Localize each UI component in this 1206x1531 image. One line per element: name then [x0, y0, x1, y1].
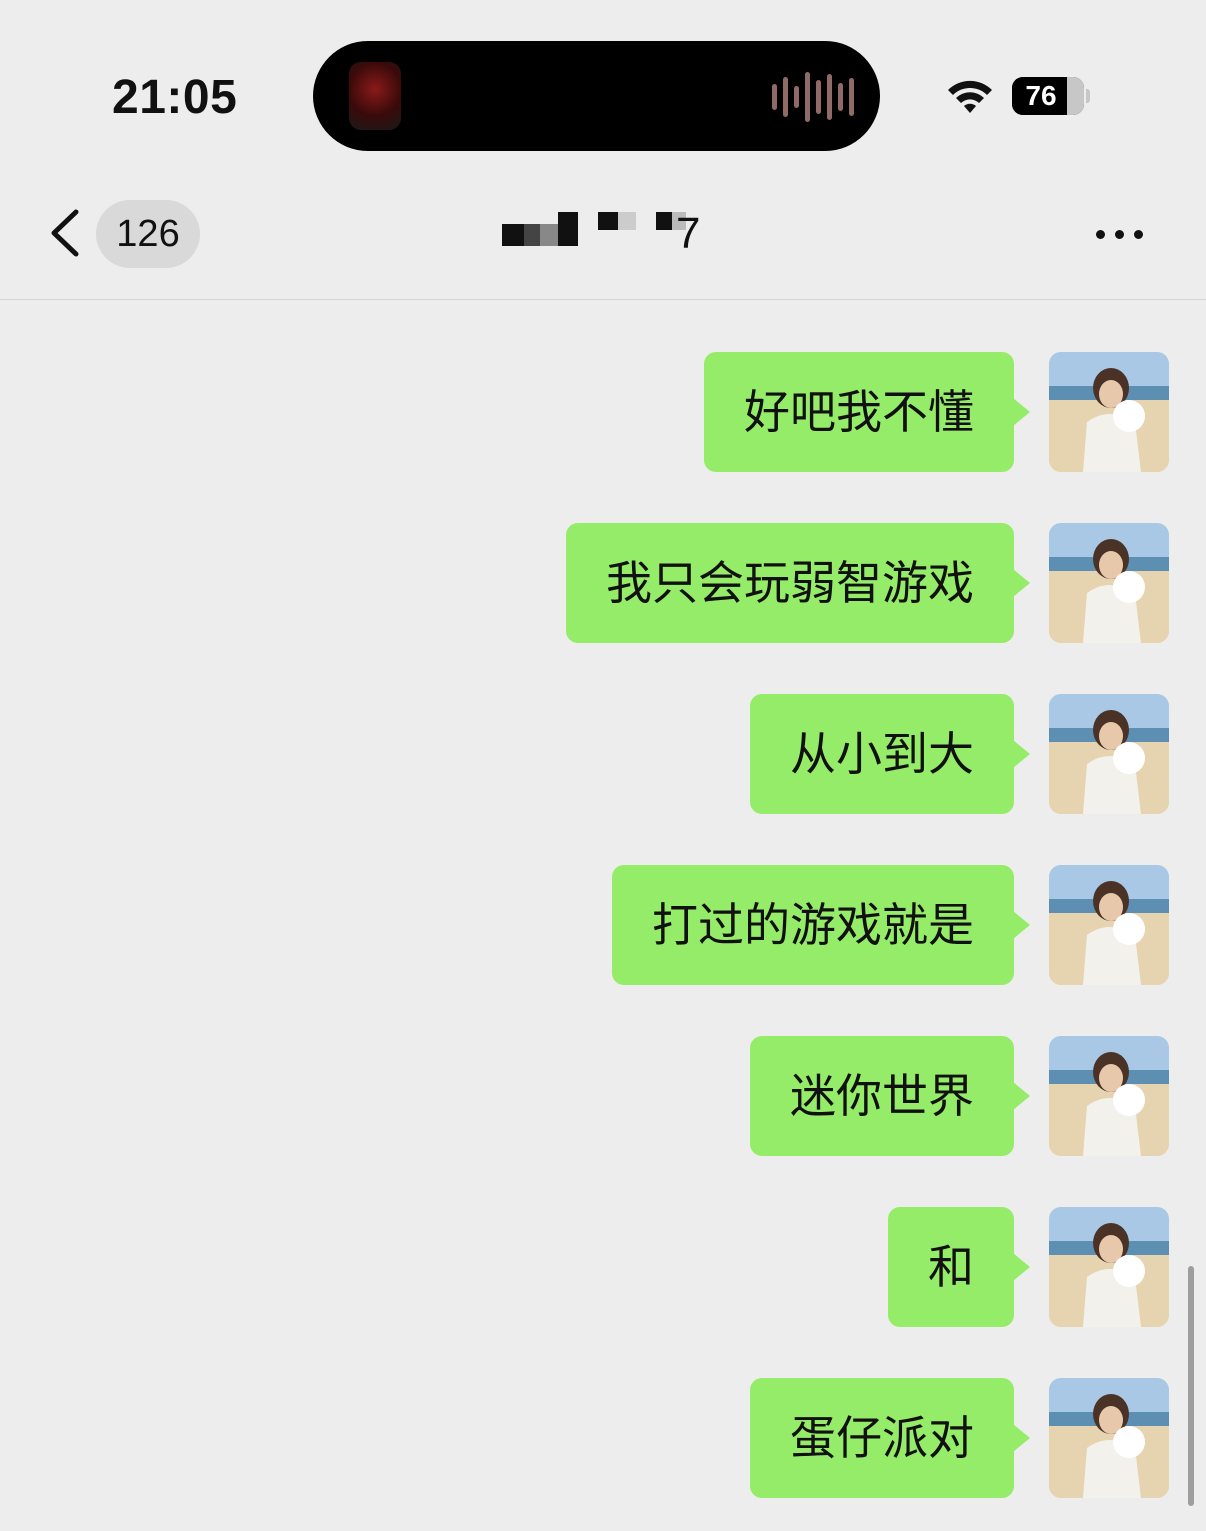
avatar-photo: [1049, 865, 1169, 985]
message-row: 好吧我不懂: [0, 352, 1206, 472]
audio-waveform-icon: [772, 71, 854, 123]
message-bubble[interactable]: 好吧我不懂: [704, 352, 1014, 472]
battery-indicator: 76: [1012, 77, 1084, 115]
avatar[interactable]: [1049, 1378, 1169, 1498]
message-row: 从小到大: [0, 694, 1206, 814]
avatar-photo: [1049, 1036, 1169, 1156]
avatar-photo: [1049, 694, 1169, 814]
avatar[interactable]: [1049, 694, 1169, 814]
bubble-tail: [1013, 1253, 1030, 1281]
chat-header: 126 7: [0, 180, 1206, 300]
bubble-tail: [1013, 911, 1030, 939]
message-row: 迷你世界: [0, 1036, 1206, 1156]
message-bubble[interactable]: 迷你世界: [750, 1036, 1014, 1156]
chevron-left-icon[interactable]: [44, 206, 88, 260]
dynamic-island[interactable]: [313, 41, 880, 151]
bubble-tail: [1013, 398, 1030, 426]
chat-title-text: 7: [676, 209, 701, 258]
message-row: 打过的游戏就是: [0, 865, 1206, 985]
avatar[interactable]: [1049, 523, 1169, 643]
avatar-photo: [1049, 352, 1169, 472]
more-dots-icon[interactable]: [1096, 222, 1156, 246]
message-bubble[interactable]: 蛋仔派对: [750, 1378, 1014, 1498]
status-bar: 21:05 76: [0, 0, 1206, 180]
avatar[interactable]: [1049, 1207, 1169, 1327]
scrollbar[interactable]: [1188, 1266, 1194, 1506]
battery-label: 76: [1025, 80, 1057, 111]
message-row: 和: [0, 1207, 1206, 1327]
message-row: 蛋仔派对: [0, 1378, 1206, 1498]
bubble-tail: [1013, 1424, 1030, 1452]
message-bubble[interactable]: 我只会玩弱智游戏: [566, 523, 1014, 643]
bubble-tail: [1013, 569, 1030, 597]
chat-title[interactable]: 7: [500, 210, 710, 258]
bubble-tail: [1013, 1082, 1030, 1110]
avatar[interactable]: [1049, 865, 1169, 985]
avatar[interactable]: [1049, 1036, 1169, 1156]
unread-count-badge[interactable]: 126: [96, 200, 200, 268]
avatar[interactable]: [1049, 352, 1169, 472]
avatar-photo: [1049, 1207, 1169, 1327]
message-bubble[interactable]: 从小到大: [750, 694, 1014, 814]
avatar-photo: [1049, 1378, 1169, 1498]
recording-thumbnail: [349, 62, 401, 130]
status-time: 21:05: [112, 71, 238, 124]
wifi-icon: [948, 80, 992, 113]
avatar-photo: [1049, 523, 1169, 643]
battery-nub: [1086, 89, 1090, 103]
message-bubble[interactable]: 和: [888, 1207, 1014, 1327]
message-bubble[interactable]: 打过的游戏就是: [612, 865, 1014, 985]
message-row: 我只会玩弱智游戏: [0, 523, 1206, 643]
bubble-tail: [1013, 740, 1030, 768]
